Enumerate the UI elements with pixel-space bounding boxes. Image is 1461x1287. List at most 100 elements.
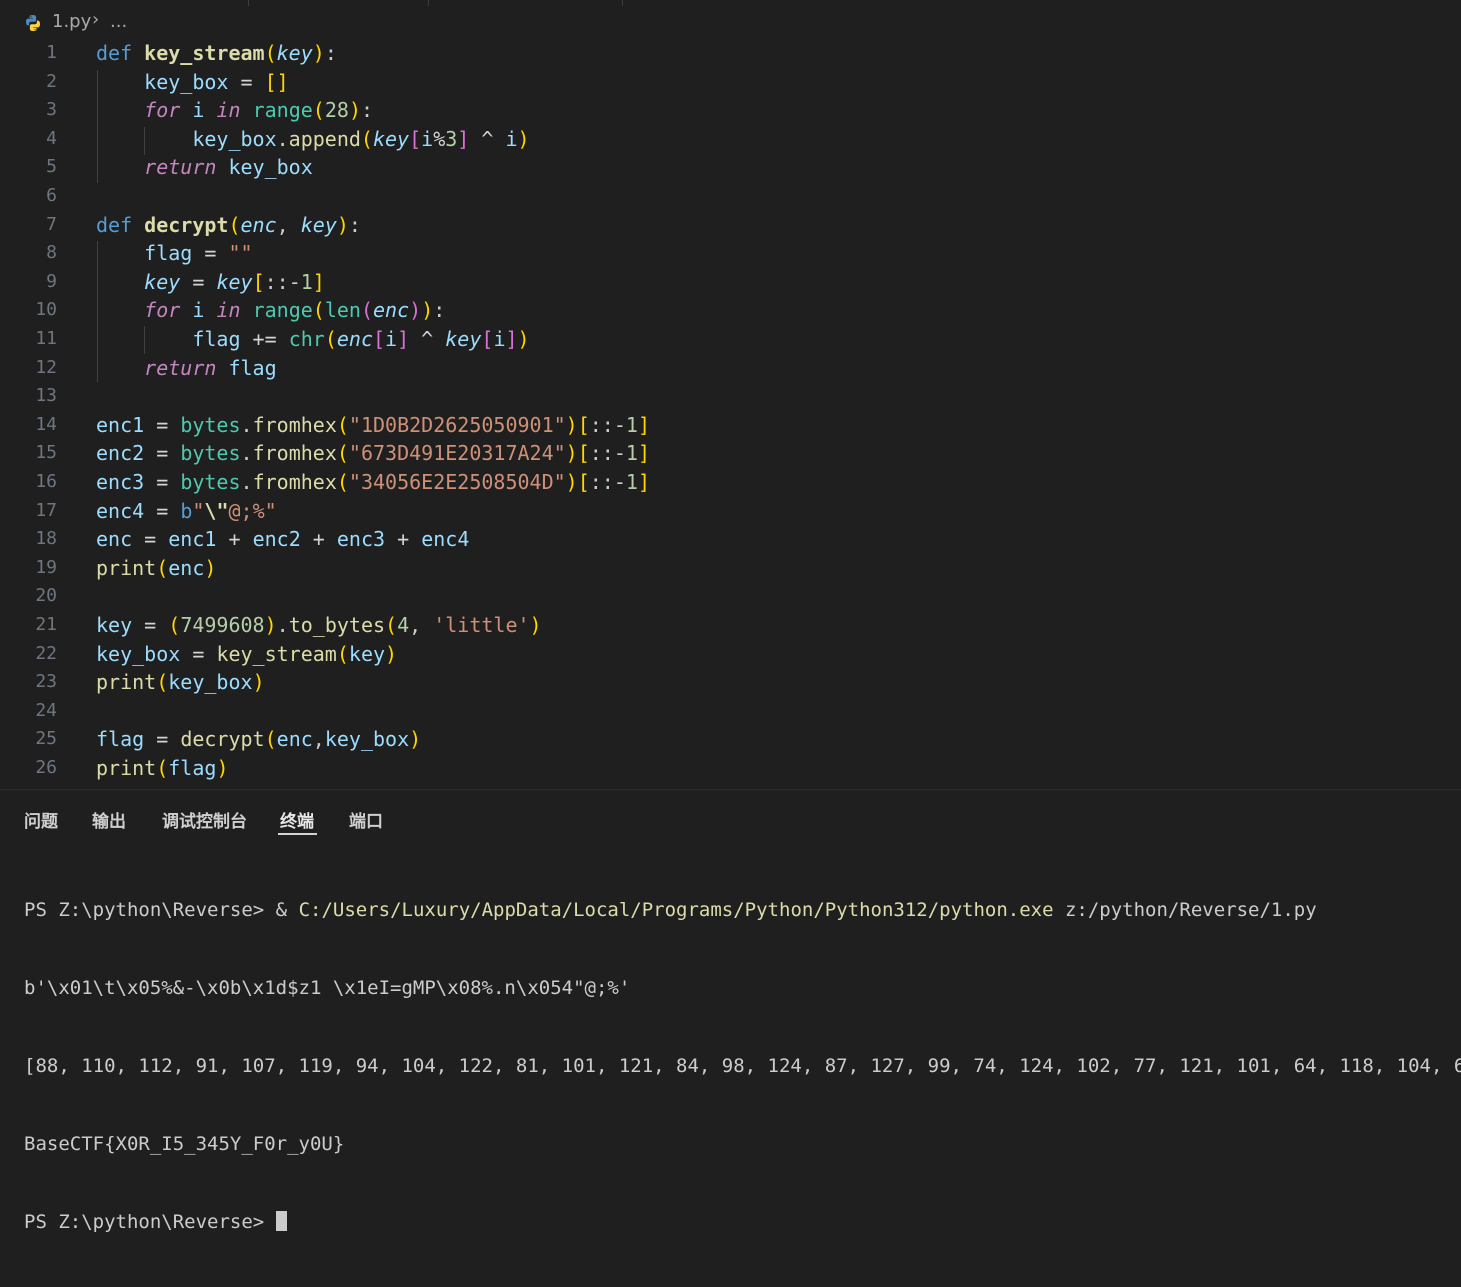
code-text: print(enc)	[96, 555, 217, 580]
terminal-line: b'\x01\t\x05%&-\x0b\x1d$z1 \x1eI=gMP\x08…	[24, 975, 1461, 1001]
code-line: 5 return key_box	[0, 153, 1461, 181]
terminal-output-keybox: [88, 110, 112, 91, 107, 119, 94, 104, 12…	[24, 1055, 1461, 1077]
code-line: 21 key = (7499608).to_bytes(4, 'little')	[0, 611, 1461, 639]
code-text: key_box.append(key[i%3] ^ i)	[192, 126, 530, 151]
line-number: 25	[35, 728, 57, 750]
line-number: 18	[35, 528, 57, 550]
line-number: 2	[46, 70, 57, 92]
breadcrumb-symbols[interactable]: ...	[110, 11, 127, 32]
line-number: 10	[35, 299, 57, 321]
line-number: 6	[46, 185, 57, 206]
line-number: 26	[35, 757, 57, 778]
line-number: 1	[46, 42, 57, 63]
code-line: 1 def key_stream(key):	[0, 39, 1461, 67]
code-line: 4 key_box.append(key[i%3] ^ i)	[0, 125, 1461, 153]
terminal-prompt: PS Z:\python\Reverse>	[24, 899, 276, 921]
breadcrumb: 1.py › ...	[0, 8, 1461, 38]
code-text: return key_box	[144, 155, 313, 180]
line-number: 12	[35, 356, 57, 378]
line-number: 4	[46, 127, 57, 149]
code-text: return flag	[144, 355, 277, 380]
line-number: 20	[35, 585, 57, 607]
code-text: flag += chr(enc[i] ^ key[i])	[192, 327, 530, 351]
terminal-line: BaseCTF{X0R_I5_345Y_F0r_y0U}	[24, 1131, 1461, 1157]
line-number: 24	[35, 699, 57, 721]
terminal-output[interactable]: PS Z:\python\Reverse> & C:/Users/Luxury/…	[24, 845, 1461, 1287]
code-text: for i in range(len(enc)):	[144, 298, 446, 323]
code-text: def decrypt(enc, key):	[96, 212, 361, 237]
code-text: enc2 = bytes.fromhex("673D491E20317A24")…	[96, 441, 650, 466]
line-number: 7	[46, 213, 57, 235]
tab-ports[interactable]: 端口	[349, 807, 383, 832]
code-text: enc4 = b"\"@;%"	[96, 498, 277, 523]
line-number: 19	[35, 556, 57, 578]
code-line: 14 enc1 = bytes.fromhex("1D0B2D2625050901…	[0, 411, 1461, 439]
code-line: 24	[0, 697, 1461, 725]
chevron-right-icon: ›	[92, 9, 100, 30]
line-number: 5	[46, 156, 57, 178]
code-line: 2 key_box = []	[0, 68, 1461, 96]
terminal-line: PS Z:\python\Reverse>	[24, 1209, 1461, 1235]
line-number: 17	[35, 499, 57, 521]
code-line: 23 print(key_box)	[0, 668, 1461, 696]
code-line: 11 flag += chr(enc[i] ^ key[i])	[0, 325, 1461, 353]
terminal-output-flag: BaseCTF{X0R_I5_345Y_F0r_y0U}	[24, 1133, 345, 1155]
code-line: 8 flag = ""	[0, 239, 1461, 267]
line-number: 8	[46, 242, 57, 264]
code-text: flag = decrypt(enc,key_box)	[96, 727, 422, 752]
code-line: 26 print(flag)	[0, 754, 1461, 782]
code-text: key_box = key_stream(key)	[96, 641, 398, 666]
script-argument: z:/python/Reverse/1.py	[1053, 899, 1317, 921]
python-file-icon	[26, 15, 40, 31]
terminal-output-bytes: b'\x01\t\x05%&-\x0b\x1d$z1 \x1eI=gMP\x08…	[24, 977, 631, 999]
code-line: 17 enc4 = b"\"@;%"	[0, 497, 1461, 525]
tab-divider	[248, 0, 249, 6]
code-text: enc3 = bytes.fromhex("34056E2E2508504D")…	[96, 470, 650, 494]
code-line: 3 for i in range(28):	[0, 96, 1461, 124]
line-number: 22	[35, 642, 57, 664]
code-text: for i in range(28):	[144, 98, 374, 123]
line-number: 15	[35, 442, 57, 464]
code-text: print(key_box)	[96, 670, 265, 695]
code-text: def key_stream(key):	[96, 41, 337, 65]
line-number: 16	[35, 471, 57, 492]
line-number: 11	[35, 328, 57, 349]
code-line: 12 return flag	[0, 354, 1461, 382]
terminal-line: [88, 110, 112, 91, 107, 119, 94, 104, 12…	[24, 1053, 1461, 1079]
terminal-prompt: PS Z:\python\Reverse>	[24, 1211, 276, 1233]
code-line: 20	[0, 582, 1461, 610]
panel-tabs: 问题 输出 调试控制台 终端 端口	[0, 790, 1461, 840]
tab-output[interactable]: 输出	[92, 807, 126, 832]
code-line: 10 for i in range(len(enc)):	[0, 296, 1461, 324]
line-number: 13	[35, 385, 57, 407]
line-number: 9	[46, 270, 57, 292]
editor-tab-strip	[0, 0, 1461, 6]
terminal-cursor	[275, 1211, 287, 1231]
code-text: print(flag)	[96, 756, 229, 780]
code-line: 13	[0, 382, 1461, 410]
tab-debug-console[interactable]: 调试控制台	[162, 807, 247, 832]
tab-problems[interactable]: 问题	[24, 807, 58, 832]
code-text: enc = enc1 + enc2 + enc3 + enc4	[96, 527, 470, 552]
python-exe-path: C:/Users/Luxury/AppData/Local/Programs/P…	[298, 899, 1054, 921]
code-text: key = key[::-1]	[144, 269, 325, 294]
tab-divider	[622, 0, 623, 6]
code-line: 7 def decrypt(enc, key):	[0, 211, 1461, 239]
code-line: 19 print(enc)	[0, 554, 1461, 582]
active-tab-indicator	[278, 833, 317, 835]
line-number: 3	[46, 99, 57, 121]
code-line: 15 enc2 = bytes.fromhex("673D491E20317A24…	[0, 439, 1461, 467]
code-line: 6	[0, 182, 1461, 210]
line-number: 14	[35, 413, 57, 435]
breadcrumb-file[interactable]: 1.py	[52, 11, 91, 32]
bottom-panel: 问题 输出 调试控制台 终端 端口 PS Z:\python\Reverse> …	[0, 789, 1461, 1233]
tab-divider	[428, 0, 429, 6]
code-editor[interactable]: 1 def key_stream(key): 2 key_box = [] 3 f…	[0, 39, 1461, 789]
tab-terminal[interactable]: 终端	[280, 807, 314, 832]
command-operator: &	[275, 899, 299, 921]
code-text: enc1 = bytes.fromhex("1D0B2D2625050901")…	[96, 412, 650, 437]
code-text: key = (7499608).to_bytes(4, 'little')	[96, 613, 542, 637]
code-line: 22 key_box = key_stream(key)	[0, 640, 1461, 668]
code-line: 25 flag = decrypt(enc,key_box)	[0, 725, 1461, 753]
code-line: 9 key = key[::-1]	[0, 268, 1461, 296]
